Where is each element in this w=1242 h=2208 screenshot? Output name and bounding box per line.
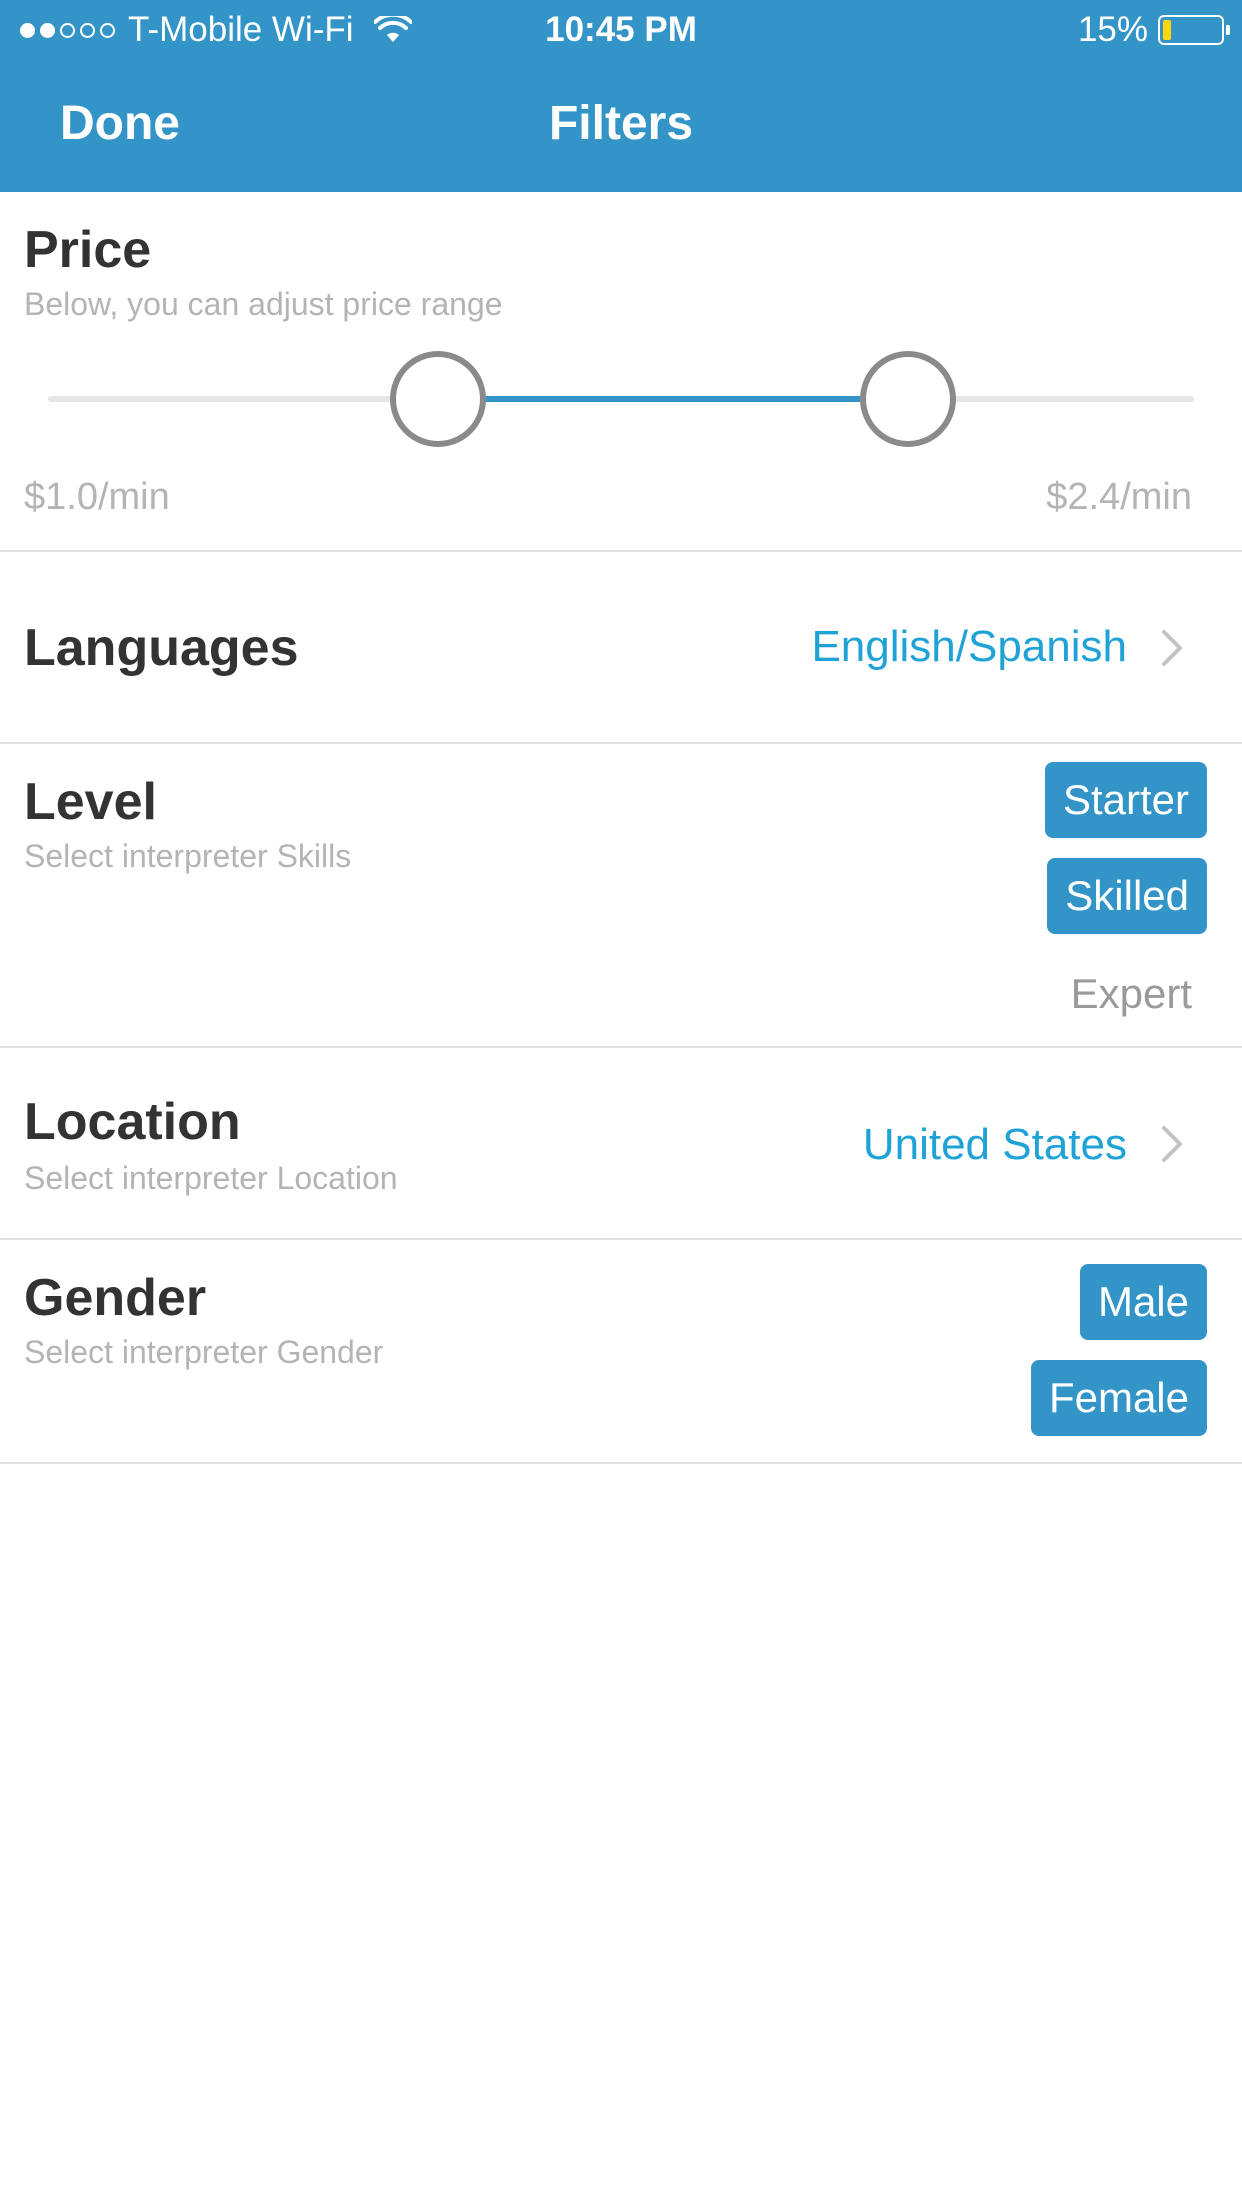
slider-max-handle[interactable] (859, 351, 956, 447)
level-section: Level Select interpreter Skills Starter … (0, 744, 1242, 1048)
page-title: Filters (548, 97, 694, 150)
price-max-label: $2.4/min (1046, 476, 1192, 518)
battery-percent: 15% (1077, 10, 1148, 49)
languages-row[interactable]: Languages English/Spanish (0, 552, 1242, 744)
gender-title: Gender (24, 1269, 207, 1327)
status-time: 10:45 PM (545, 10, 697, 49)
status-right: 15% (1077, 10, 1230, 50)
level-title: Level (24, 773, 157, 831)
price-title: Price (24, 221, 152, 279)
location-subtitle: Select interpreter Location (24, 1160, 398, 1196)
slider-min-handle[interactable] (389, 351, 486, 447)
chevron-right-icon (1162, 630, 1182, 666)
languages-value: English/Spanish (811, 622, 1127, 671)
level-expert-button[interactable]: Expert (1071, 970, 1192, 1018)
location-row[interactable]: Location Select interpreter Location Uni… (0, 1048, 1242, 1240)
price-min-label: $1.0/min (24, 476, 170, 518)
battery-level (1163, 20, 1171, 40)
slider-selected-range (437, 396, 908, 402)
battery-icon (1158, 15, 1230, 45)
level-subtitle: Select interpreter Skills (24, 838, 352, 874)
gender-subtitle: Select interpreter Gender (24, 1334, 384, 1370)
navigation-header: T-Mobile Wi-Fi 10:45 PM 15% Done Filters (0, 0, 1242, 192)
gender-section: Gender Select interpreter Gender Male Fe… (0, 1240, 1242, 1464)
gender-male-button[interactable]: Male (1079, 1264, 1207, 1340)
status-bar: T-Mobile Wi-Fi 10:45 PM 15% (0, 0, 1242, 64)
location-title: Location (24, 1093, 241, 1151)
gender-female-button[interactable]: Female (1030, 1360, 1207, 1436)
languages-title: Languages (24, 619, 299, 677)
level-starter-button[interactable]: Starter (1044, 762, 1207, 838)
price-subtitle: Below, you can adjust price range (24, 286, 503, 322)
chevron-right-icon (1162, 1126, 1182, 1162)
level-skilled-button[interactable]: Skilled (1047, 858, 1207, 934)
location-value: United States (862, 1120, 1127, 1169)
price-range-slider[interactable] (48, 351, 1194, 447)
